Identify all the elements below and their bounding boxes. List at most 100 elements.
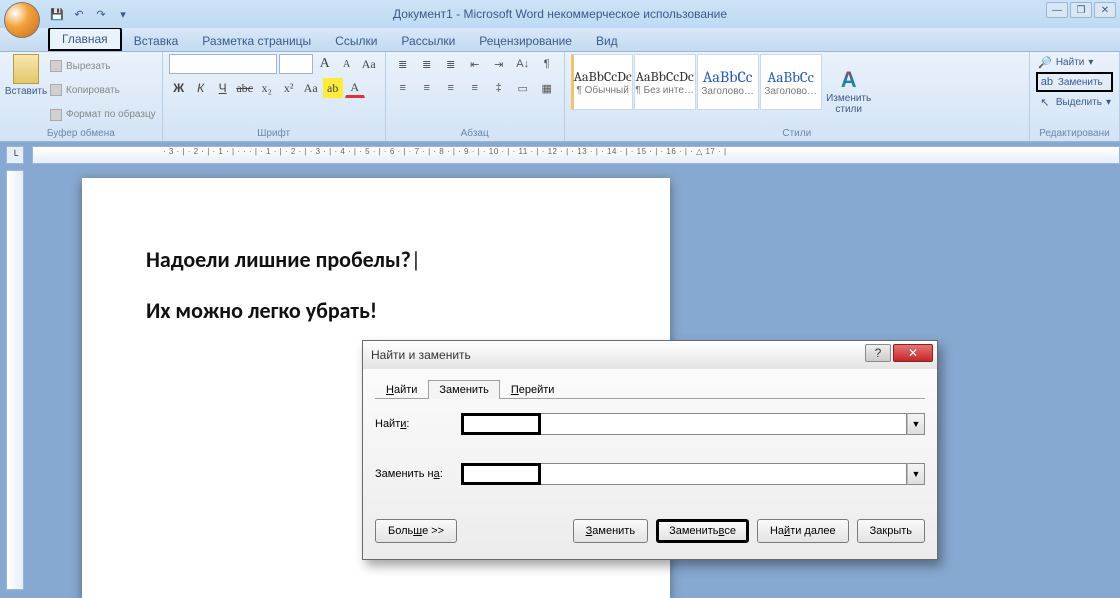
tab-references[interactable]: Ссылки bbox=[323, 31, 389, 51]
tab-view[interactable]: Вид bbox=[584, 31, 630, 51]
format-painter-button[interactable]: Формат по образцу bbox=[50, 109, 156, 121]
style-heading1[interactable]: AaBbCc Заголово… bbox=[697, 54, 759, 110]
change-styles-icon: A bbox=[841, 67, 857, 93]
clear-formatting-button[interactable]: Aa bbox=[359, 54, 379, 74]
subscript-button[interactable]: x₂ bbox=[257, 78, 277, 98]
replace-icon: ab bbox=[1040, 75, 1054, 89]
replace-dropdown-icon[interactable]: ▼ bbox=[907, 463, 925, 485]
find-input-highlight[interactable] bbox=[461, 413, 541, 435]
redo-icon[interactable]: ↷ bbox=[92, 5, 110, 23]
group-paragraph: ≣ ≣ ≣ ⇤ ⇥ A↓ ¶ ≡ ≡ ≡ ≡ ‡ ▭ ▦ Абзац bbox=[386, 52, 565, 141]
group-clipboard: Вставить Вырезать Копировать Формат по о… bbox=[0, 52, 163, 141]
change-case-button[interactable]: Aa bbox=[301, 78, 321, 98]
group-editing: 🔎Найти ▾ abЗаменить ↖Выделить ▾ Редактир… bbox=[1030, 52, 1120, 141]
cursor-icon: ↖ bbox=[1038, 95, 1052, 109]
align-right-button[interactable]: ≡ bbox=[440, 78, 462, 98]
quick-access-toolbar: 💾 ↶ ↷ ▾ bbox=[48, 5, 132, 23]
title-bar: 💾 ↶ ↷ ▾ Документ1 - Microsoft Word неком… bbox=[0, 0, 1120, 28]
minimize-button[interactable]: — bbox=[1046, 2, 1068, 18]
horizontal-ruler[interactable]: · 3 · | · 2 · | · 1 · | · · · | · 1 · | … bbox=[32, 146, 1120, 164]
replace-button[interactable]: abЗаменить bbox=[1036, 72, 1113, 92]
qat-dropdown-icon[interactable]: ▾ bbox=[114, 5, 132, 23]
dialog-tab-goto[interactable]: Перейти bbox=[500, 380, 566, 399]
font-size-combo[interactable] bbox=[279, 54, 313, 74]
find-button[interactable]: 🔎Найти ▾ bbox=[1036, 54, 1113, 70]
replace-one-button[interactable]: Заменить bbox=[573, 519, 648, 543]
binoculars-icon: 🔎 bbox=[1038, 55, 1052, 69]
replace-combo[interactable]: ▼ bbox=[461, 463, 925, 485]
group-font: A A Aa Ж К Ч abc x₂ x² Aa ab A Шрифт bbox=[163, 52, 386, 141]
find-input-rest[interactable] bbox=[541, 413, 907, 435]
document-line-2: Их можно легко убрать! bbox=[146, 297, 606, 324]
paste-button[interactable]: Вставить bbox=[6, 54, 46, 127]
copy-button[interactable]: Копировать bbox=[50, 84, 156, 96]
style-normal[interactable]: AaBbCcDc ¶ Обычный bbox=[571, 54, 633, 110]
window-title: Документ1 - Microsoft Word некоммерческо… bbox=[393, 7, 727, 21]
dialog-tab-replace[interactable]: Заменить bbox=[428, 380, 499, 399]
highlight-button[interactable]: ab bbox=[323, 78, 343, 98]
strike-button[interactable]: abc bbox=[235, 78, 255, 98]
vertical-ruler[interactable] bbox=[6, 170, 24, 590]
dlg-tab-find-rest: айти bbox=[394, 384, 417, 396]
office-button[interactable] bbox=[4, 2, 40, 38]
change-styles-button[interactable]: A Изменить стили bbox=[823, 54, 875, 127]
style-heading2[interactable]: AaBbCc Заголово… bbox=[760, 54, 822, 110]
paste-label: Вставить bbox=[5, 86, 47, 97]
shrink-font-button[interactable]: A bbox=[337, 54, 357, 74]
replace-all-button[interactable]: Заменить все bbox=[656, 519, 749, 543]
find-combo[interactable]: ▼ bbox=[461, 413, 925, 435]
increase-indent-button[interactable]: ⇥ bbox=[488, 54, 510, 74]
save-icon[interactable]: 💾 bbox=[48, 5, 66, 23]
shading-button[interactable]: ▭ bbox=[512, 78, 534, 98]
underline-button[interactable]: Ч bbox=[213, 78, 233, 98]
numbering-button[interactable]: ≣ bbox=[416, 54, 438, 74]
window-controls: — ❐ ✕ bbox=[1046, 2, 1116, 18]
bold-button[interactable]: Ж bbox=[169, 78, 189, 98]
restore-button[interactable]: ❐ bbox=[1070, 2, 1092, 18]
align-center-button[interactable]: ≡ bbox=[416, 78, 438, 98]
dialog-help-button[interactable]: ? bbox=[865, 344, 891, 362]
style-no-spacing[interactable]: AaBbCcDc ¶ Без инте… bbox=[634, 54, 696, 110]
grow-font-button[interactable]: A bbox=[315, 54, 335, 74]
superscript-button[interactable]: x² bbox=[279, 78, 299, 98]
tab-mailings[interactable]: Рассылки bbox=[389, 31, 467, 51]
tab-review[interactable]: Рецензирование bbox=[467, 31, 584, 51]
font-name-combo[interactable] bbox=[169, 54, 277, 74]
font-color-button[interactable]: A bbox=[345, 78, 365, 98]
decrease-indent-button[interactable]: ⇤ bbox=[464, 54, 486, 74]
tab-insert[interactable]: Вставка bbox=[122, 31, 191, 51]
group-label-font: Шрифт bbox=[169, 127, 379, 141]
multilevel-button[interactable]: ≣ bbox=[440, 54, 462, 74]
line-spacing-button[interactable]: ‡ bbox=[488, 78, 510, 98]
group-label-editing: Редактировани bbox=[1036, 127, 1113, 141]
ribbon: Вставить Вырезать Копировать Формат по о… bbox=[0, 52, 1120, 142]
show-marks-button[interactable]: ¶ bbox=[536, 54, 558, 74]
copy-icon bbox=[50, 84, 62, 96]
undo-icon[interactable]: ↶ bbox=[70, 5, 88, 23]
replace-input-highlight[interactable] bbox=[461, 463, 541, 485]
dialog-titlebar[interactable]: Найти и заменить ? ✕ bbox=[363, 341, 937, 369]
dialog-title-text: Найти и заменить bbox=[371, 348, 471, 362]
replace-input-rest[interactable] bbox=[541, 463, 907, 485]
tab-page-layout[interactable]: Разметка страницы bbox=[190, 31, 323, 51]
more-button[interactable]: Больше >> bbox=[375, 519, 457, 543]
dialog-tab-find[interactable]: Найти bbox=[375, 380, 428, 399]
select-button[interactable]: ↖Выделить ▾ bbox=[1036, 94, 1113, 110]
sort-button[interactable]: A↓ bbox=[512, 54, 534, 74]
italic-button[interactable]: К bbox=[191, 78, 211, 98]
group-styles: AaBbCcDc ¶ Обычный AaBbCcDc ¶ Без инте… … bbox=[565, 52, 1030, 141]
scissors-icon bbox=[50, 60, 62, 72]
dialog-close-button[interactable]: ✕ bbox=[893, 344, 933, 362]
borders-button[interactable]: ▦ bbox=[536, 78, 558, 98]
find-next-button[interactable]: Найти далее bbox=[757, 519, 849, 543]
close-button[interactable]: ✕ bbox=[1094, 2, 1116, 18]
justify-button[interactable]: ≡ bbox=[464, 78, 486, 98]
bullets-button[interactable]: ≣ bbox=[392, 54, 414, 74]
align-left-button[interactable]: ≡ bbox=[392, 78, 414, 98]
cut-button[interactable]: Вырезать bbox=[50, 60, 156, 72]
close-dialog-button[interactable]: Закрыть bbox=[857, 519, 925, 543]
ribbon-tabs: Главная Вставка Разметка страницы Ссылки… bbox=[0, 28, 1120, 52]
tab-home[interactable]: Главная bbox=[48, 27, 122, 51]
tab-selector[interactable]: └ bbox=[6, 146, 24, 164]
find-dropdown-icon[interactable]: ▼ bbox=[907, 413, 925, 435]
